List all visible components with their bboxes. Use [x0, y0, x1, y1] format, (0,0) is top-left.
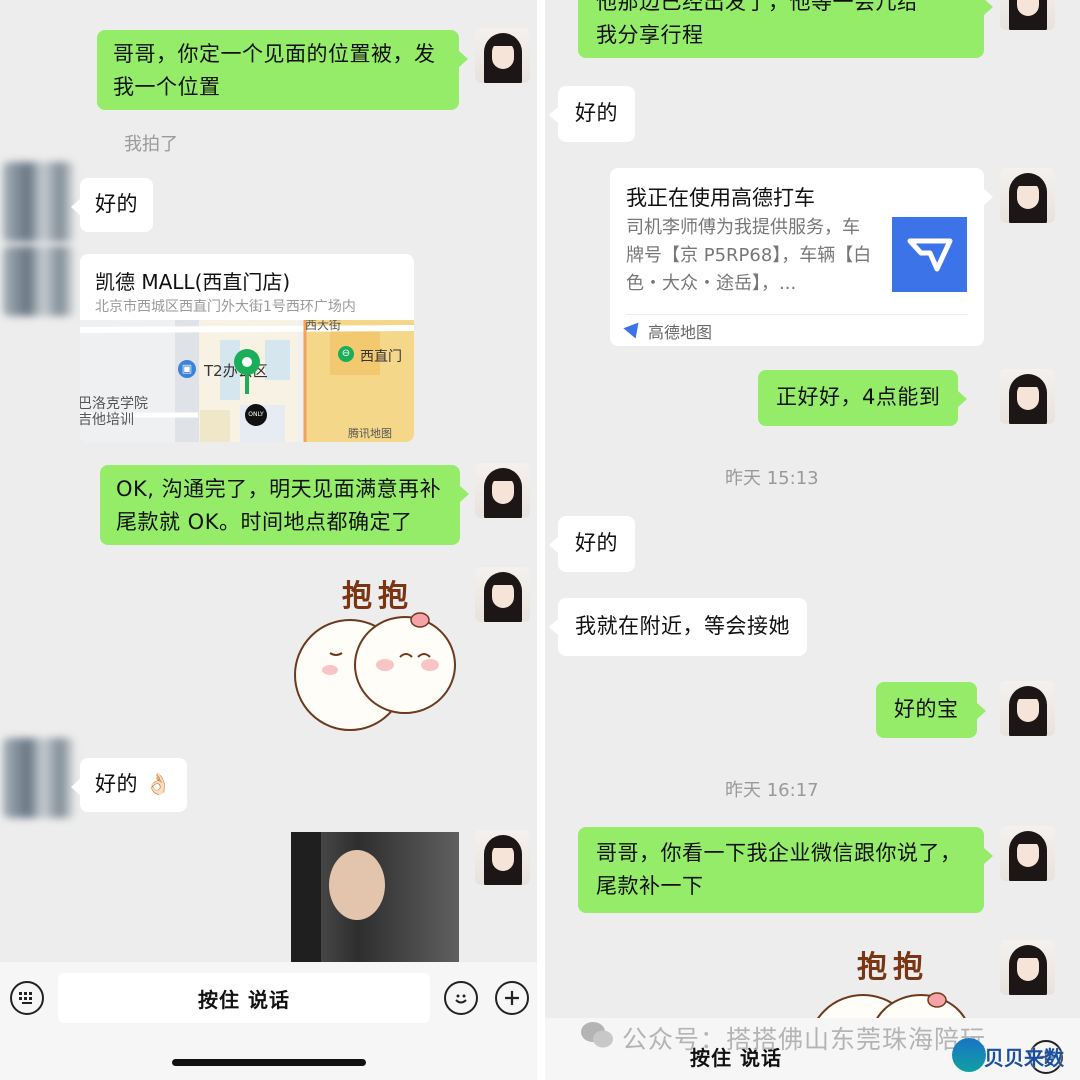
message-text: 哥哥，你定一个见面的位置被，发我一个位置 — [113, 42, 436, 99]
hold-to-talk-button[interactable]: 按住 说话 — [58, 973, 430, 1023]
message-bubble-sent[interactable]: 他那边已经出发了，他等一会儿给 我分享行程 — [578, 0, 993, 58]
divider — [626, 314, 968, 315]
message-text: 好的 👌🏻 — [95, 772, 172, 796]
watermark-logo: 贝贝来数 — [950, 1036, 1078, 1074]
chat-screenshot-right: 他那边已经出发了，他等一会儿给 我分享行程 好的 — [545, 0, 1080, 1080]
keyboard-icon[interactable] — [10, 981, 44, 1015]
navigation-arrow-icon — [623, 317, 645, 339]
avatar[interactable] — [3, 246, 75, 316]
message-bubble-sent[interactable]: OK, 沟通完了，明天见面满意再补尾款就 OK。时间地点都确定了 — [100, 465, 469, 545]
building-icon: ▣ — [178, 360, 196, 378]
avatar[interactable] — [475, 567, 530, 622]
message-text: 好的 — [575, 101, 618, 125]
chat-screenshot-left: 哥哥，你定一个见面的位置被，发我一个位置 我拍了 好的 凯德 MALL(西直门店… — [0, 0, 537, 1080]
amap-logo-icon — [892, 217, 967, 292]
avatar[interactable] — [475, 463, 530, 518]
brand-logo: ONLY — [245, 404, 267, 426]
avatar[interactable] — [475, 830, 530, 885]
location-address: 北京市西城区西直门外大街1号西环广场内 — [95, 299, 356, 315]
message-bubble-received[interactable]: 好的 — [71, 178, 153, 232]
message-bubble-received[interactable]: 好的 — [549, 86, 635, 142]
message-text: 他那边已经出发了，他等一会儿给 — [596, 0, 919, 14]
map-preview: 西大街 ⊖ 西直门 ▣ T2办公区 巴洛克学院 吉他培训 ONLY 腾讯地图 — [80, 320, 414, 442]
card-description: 司机李师傅为我提供服务，车牌号【京 P5RP68】，车辆【白色・大众・途岳】，.… — [626, 217, 872, 294]
location-card[interactable]: 凯德 MALL(西直门店) 北京市西城区西直门外大街1号西环广场内 西大街 ⊖ … — [80, 254, 414, 442]
watermark-logo-text: 贝贝来数 — [984, 1046, 1064, 1070]
card-title: 我正在使用高德打车 — [626, 186, 815, 210]
message-text: 好的 — [95, 192, 138, 216]
map-pin-icon — [232, 348, 262, 398]
message-bubble-received[interactable]: 好的 👌🏻 — [71, 758, 187, 812]
metro-icon: ⊖ — [338, 346, 354, 362]
card-source: 高德地图 — [648, 323, 713, 342]
avatar[interactable] — [3, 738, 75, 818]
location-name: 凯德 MALL(西直门店) — [95, 270, 291, 294]
map-label-station: 西直门 — [360, 349, 402, 365]
system-message: 我拍了 — [124, 134, 178, 155]
hug-sticker[interactable]: 抱抱 — [290, 565, 465, 740]
avatar[interactable] — [475, 28, 530, 83]
watermark-text: 公众号：搭搭佛山东莞珠海陪玩 — [622, 1025, 987, 1054]
map-label: 西大街 — [305, 320, 342, 332]
plus-icon[interactable] — [495, 981, 529, 1015]
emoji-icon[interactable] — [444, 981, 478, 1015]
map-label-school: 巴洛克学院 吉他培训 — [80, 396, 148, 428]
home-indicator — [172, 1059, 366, 1066]
avatar[interactable] — [3, 162, 75, 242]
avatar[interactable] — [1000, 168, 1055, 223]
avatar[interactable] — [1000, 0, 1055, 30]
ride-share-card[interactable]: 我正在使用高德打车 司机李师傅为我提供服务，车牌号【京 P5RP68】，车辆【白… — [610, 168, 993, 346]
input-bar: 按住 说话 — [0, 962, 537, 1080]
message-text: 我分享行程 — [596, 23, 704, 47]
message-text: OK, 沟通完了，明天见面满意再补尾款就 OK。时间地点都确定了 — [116, 477, 442, 534]
message-bubble-sent[interactable]: 哥哥，你定一个见面的位置被，发我一个位置 — [97, 30, 468, 110]
map-provider: 腾讯地图 — [348, 427, 392, 440]
wechat-icon — [580, 1020, 614, 1050]
photo-message[interactable] — [291, 832, 459, 962]
